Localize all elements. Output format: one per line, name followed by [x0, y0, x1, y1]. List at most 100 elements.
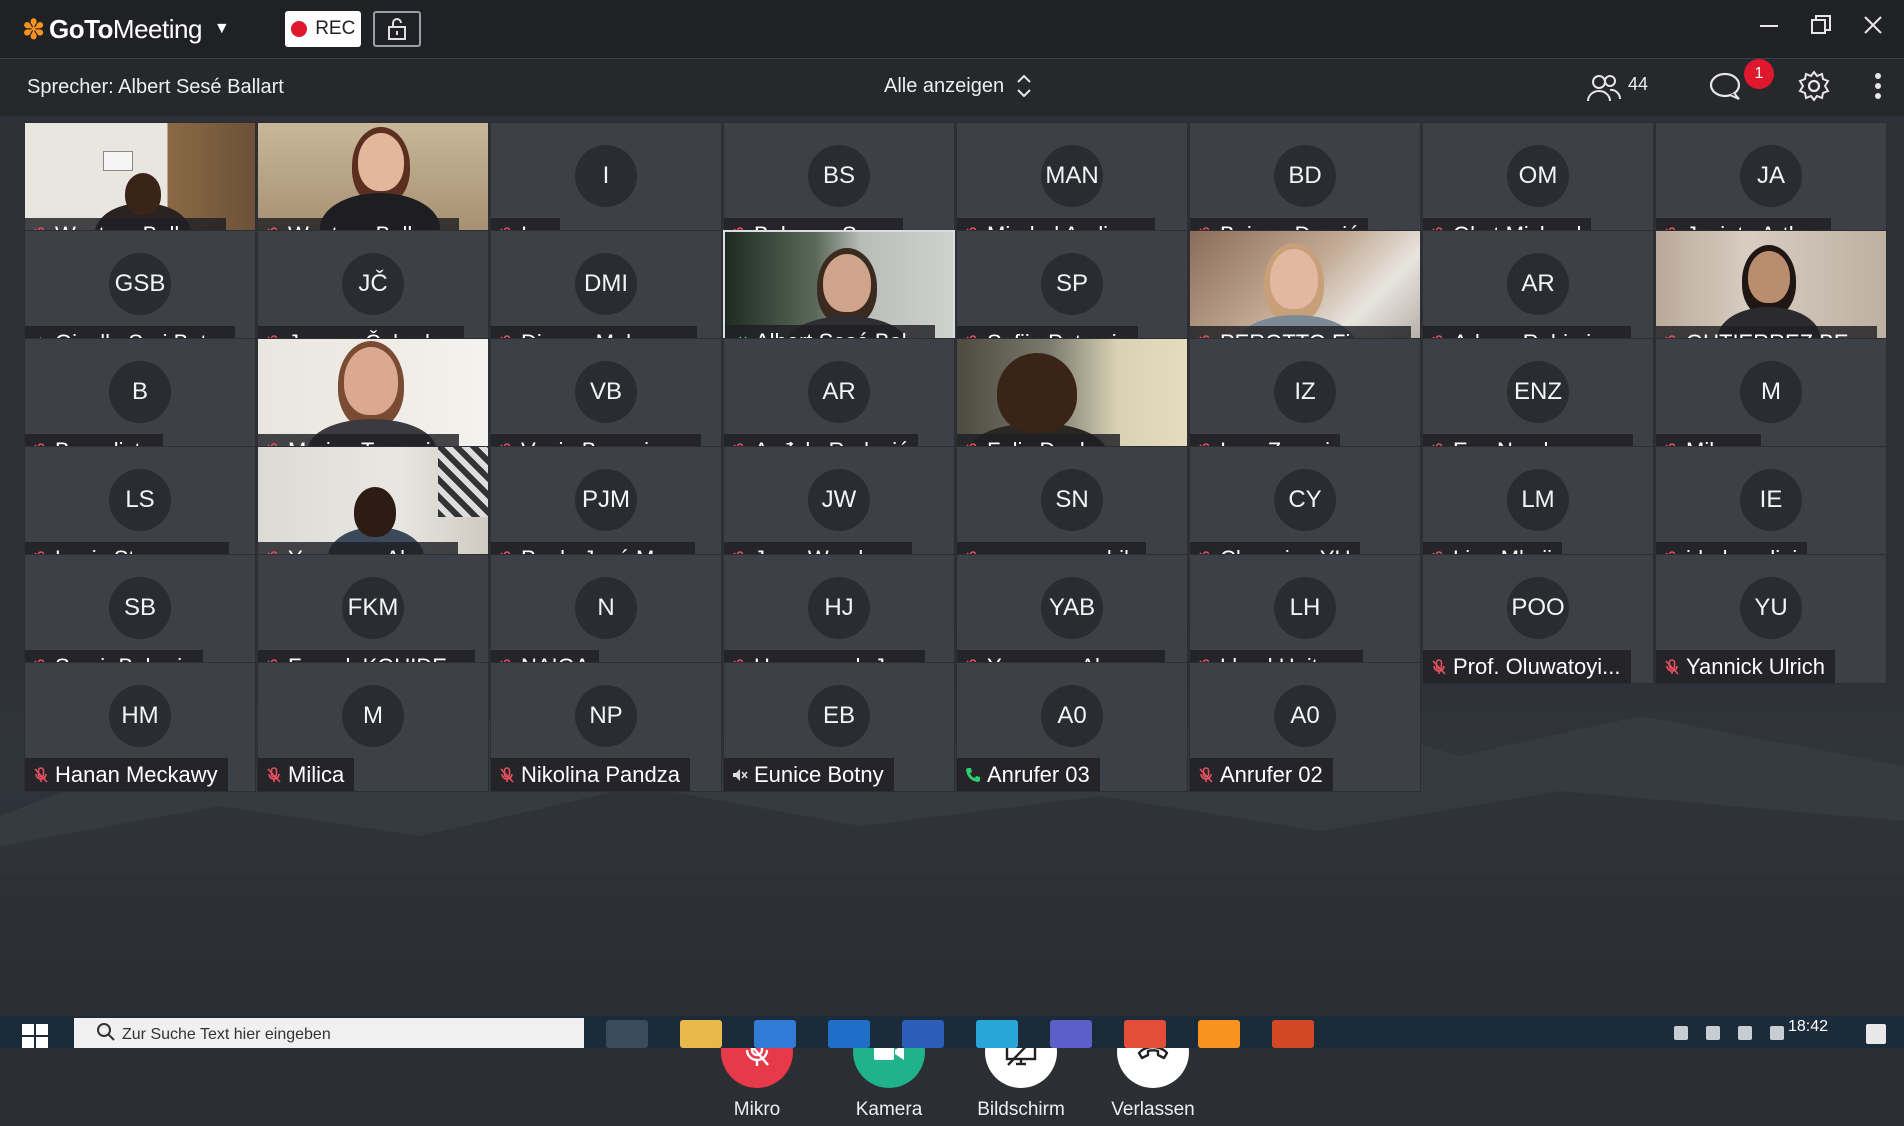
participant-name: Eunice Botny — [754, 761, 884, 787]
participant-avatar: GSB — [109, 253, 171, 315]
mic-muted-icon — [499, 766, 515, 783]
participant-avatar: B — [109, 361, 171, 423]
chrome-icon[interactable] — [1124, 1020, 1166, 1048]
chat-bubble-icon — [1709, 72, 1741, 100]
participant-tile[interactable]: POO Prof. Oluwatoyi... — [1422, 554, 1654, 684]
mic-label: Mikro — [733, 1099, 781, 1120]
participant-avatar: PJM — [575, 469, 637, 531]
pinned-app-icon[interactable] — [754, 1020, 796, 1048]
participant-tile[interactable]: YU Yannick Ulrich — [1655, 554, 1887, 684]
participant-name: Yannick Ulrich — [1686, 653, 1825, 679]
search-icon — [97, 1023, 115, 1041]
participant-tile[interactable]: M Milica — [257, 662, 489, 792]
participant-avatar: BS — [808, 145, 870, 207]
participant-tile[interactable]: NP Nikolina Pandza — [490, 662, 722, 792]
participant-name-label: Hanan Meckawy — [25, 758, 228, 791]
participant-avatar: LM — [1507, 469, 1569, 531]
chat-unread-badge: 1 — [1744, 58, 1774, 89]
participant-avatar: VB — [575, 361, 637, 423]
chat-button[interactable]: 1 — [1708, 58, 1774, 106]
view-selector[interactable]: Alle anzeigen — [884, 73, 1032, 99]
participant-name: Anrufer 02 — [1220, 761, 1323, 787]
participant-avatar: SP — [1041, 253, 1103, 315]
participant-avatar: YAB — [1041, 577, 1103, 639]
gotomeeting-logo-icon: ✽ — [22, 13, 45, 45]
mic-muted-icon — [1664, 658, 1680, 675]
participant-name: Anrufer 03 — [987, 761, 1090, 787]
logo-text: Meeting — [112, 13, 203, 44]
participant-avatar: FKM — [342, 577, 404, 639]
windows-start-icon[interactable] — [22, 1024, 48, 1048]
participant-avatar: A0 — [1274, 685, 1336, 747]
meeting-toolbar: Sprecher: Albert Sesé Ballart Alle anzei… — [0, 58, 1904, 116]
notification-center-icon[interactable] — [1866, 1024, 1886, 1044]
video-stage: Western Balka...Western Balka...IIvaBSBa… — [0, 116, 1904, 1120]
chevron-down-icon[interactable]: ▼ — [214, 20, 230, 38]
settings-button[interactable] — [1798, 69, 1830, 107]
participants-button[interactable]: 44 — [1586, 73, 1648, 103]
tray-up-arrow-icon[interactable] — [1674, 1026, 1688, 1040]
participant-avatar: JČ — [342, 253, 404, 315]
app-logo[interactable]: ✽ GoTo Meeting ▼ — [22, 13, 230, 46]
participant-avatar: MAN — [1041, 145, 1103, 207]
leave-label: Verlassen — [1111, 1099, 1195, 1120]
participant-name: Hanan Meckawy — [55, 761, 218, 787]
screen-share-label: Bildschirm — [977, 1099, 1065, 1120]
word-icon[interactable] — [902, 1020, 944, 1048]
tray-volume-icon[interactable] — [1770, 1026, 1784, 1040]
participant-avatar: LH — [1274, 577, 1336, 639]
participant-name: Nikolina Pandza — [521, 761, 680, 787]
participant-name-label: Anrufer 03 — [957, 758, 1100, 791]
powerpoint-icon[interactable] — [1272, 1020, 1314, 1048]
file-explorer-icon[interactable] — [680, 1020, 722, 1048]
lock-icon — [388, 18, 407, 40]
speaker-muted-icon — [732, 767, 748, 783]
gotomeeting-taskbar-icon[interactable] — [1198, 1020, 1240, 1048]
task-view-icon[interactable] — [606, 1020, 648, 1048]
participant-avatar: SN — [1041, 469, 1103, 531]
view-selector-label: Alle anzeigen — [884, 74, 1005, 97]
lock-meeting-button[interactable] — [373, 11, 422, 47]
system-tray — [1674, 1026, 1784, 1040]
participant-avatar: HM — [109, 685, 171, 747]
participant-name-label: Prof. Oluwatoyi... — [1423, 650, 1631, 683]
participant-name-label: Eunice Botny — [724, 758, 894, 791]
tray-network-icon[interactable] — [1738, 1026, 1752, 1040]
outlook-icon[interactable] — [828, 1020, 870, 1048]
participant-tile[interactable]: A0 Anrufer 02 — [1189, 662, 1421, 792]
participant-avatar: IE — [1740, 469, 1802, 531]
participant-avatar: ENZ — [1507, 361, 1569, 423]
updown-chevron-icon — [1017, 74, 1031, 98]
participant-avatar: CY — [1274, 469, 1336, 531]
restore-window-button[interactable] — [1808, 12, 1834, 38]
mic-muted-icon — [266, 766, 282, 783]
gear-icon — [1798, 69, 1830, 102]
participant-avatar: IZ — [1274, 361, 1336, 423]
record-button[interactable]: REC — [285, 11, 362, 47]
participant-avatar: NP — [575, 685, 637, 747]
taskbar-search-input[interactable]: Zur Suche Text hier eingeben — [74, 1018, 584, 1048]
taskbar-clock[interactable]: 18:42 — [1788, 1018, 1828, 1036]
teams-icon[interactable] — [1050, 1020, 1092, 1048]
participant-avatar: I — [575, 145, 637, 207]
more-options-button[interactable] — [1874, 71, 1882, 106]
participant-name: Milica — [288, 761, 345, 787]
participant-avatar: OM — [1507, 145, 1569, 207]
participant-avatar: N — [575, 577, 637, 639]
close-window-button[interactable] — [1860, 12, 1886, 38]
participant-tile[interactable]: A0 Anrufer 03 — [956, 662, 1188, 792]
participant-avatar: A0 — [1041, 685, 1103, 747]
participant-tile[interactable]: EB Eunice Botny — [723, 662, 955, 792]
edge-icon[interactable] — [976, 1020, 1018, 1048]
tray-pen-icon[interactable] — [1706, 1026, 1720, 1040]
kebab-menu-icon — [1875, 72, 1881, 99]
participant-avatar: SB — [109, 577, 171, 639]
participant-avatar: YU — [1740, 577, 1802, 639]
minimize-window-button[interactable] — [1756, 12, 1782, 38]
participant-avatar: M — [342, 685, 404, 747]
mic-muted-icon — [1198, 766, 1214, 783]
participant-avatar: AR — [808, 361, 870, 423]
participant-tile[interactable]: HM Hanan Meckawy — [24, 662, 256, 792]
taskbar-search-placeholder: Zur Suche Text hier eingeben — [122, 1026, 331, 1043]
participant-name: Prof. Oluwatoyi... — [1453, 653, 1621, 679]
